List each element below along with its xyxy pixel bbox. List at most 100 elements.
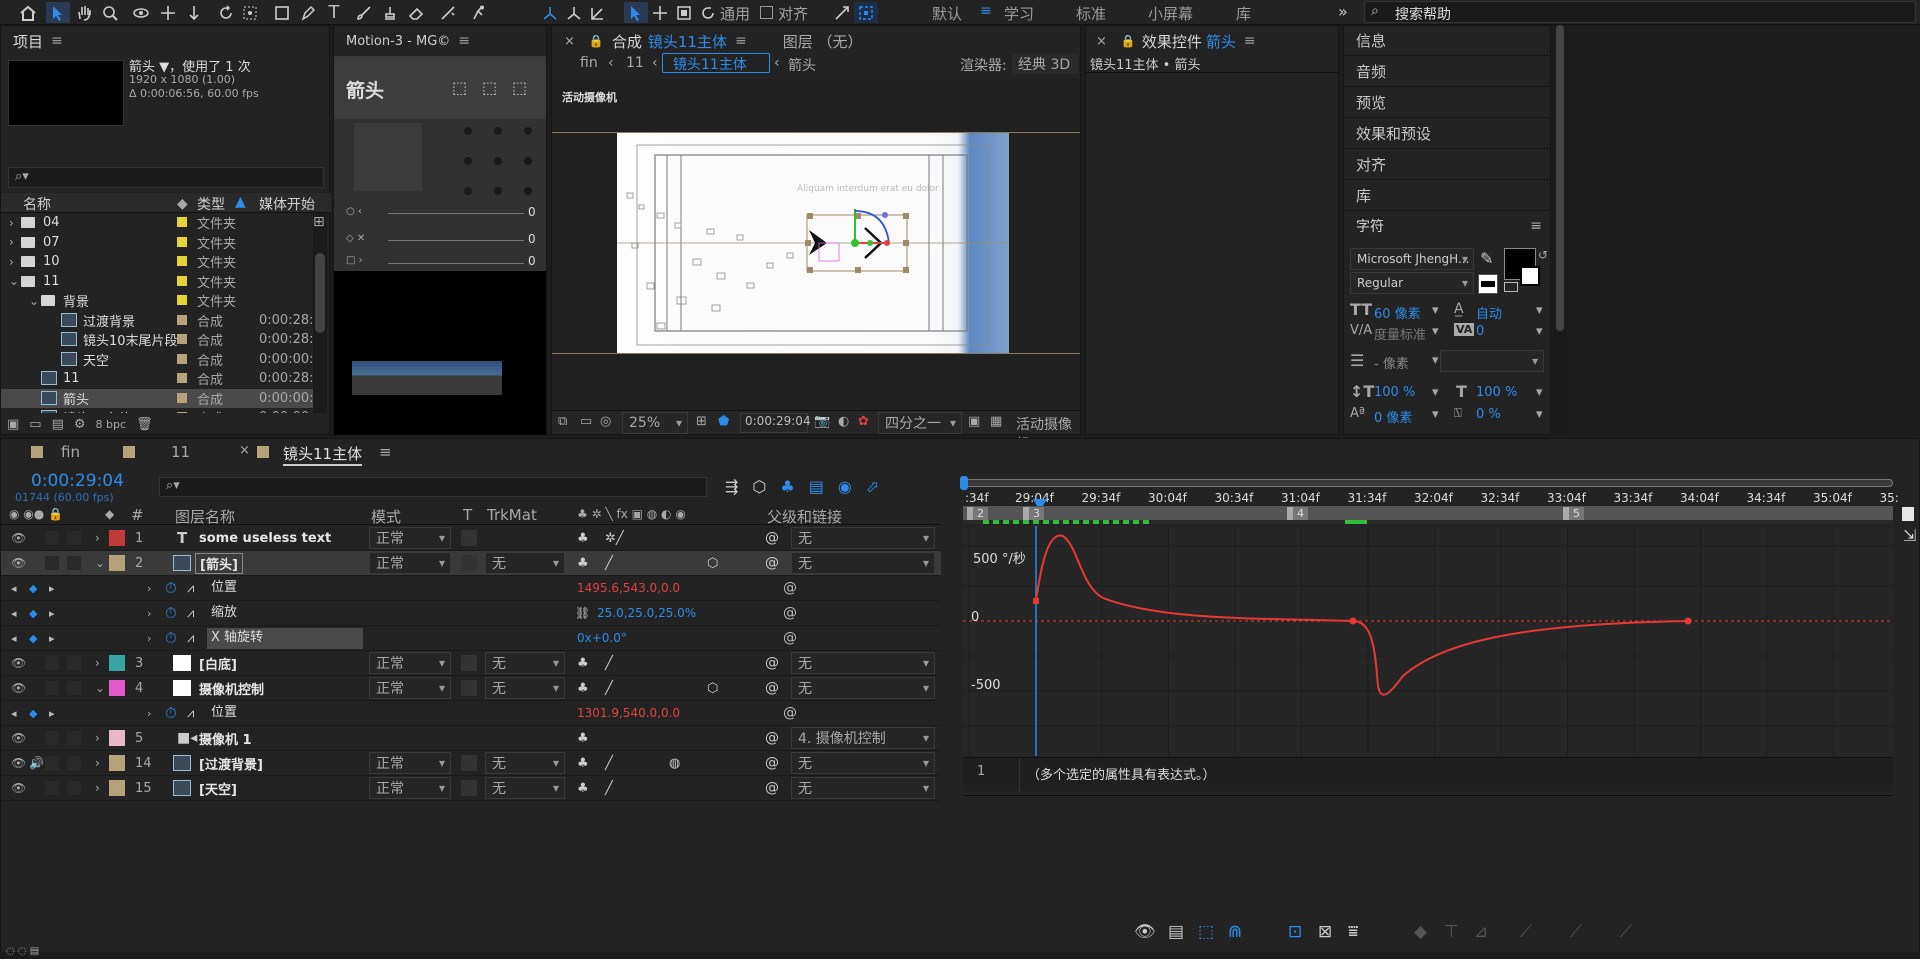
auto-bezier-icon[interactable]: ⊿ [1474, 922, 1488, 942]
layer-row[interactable]: 👁🔊 › 14 [过渡背景] 正常 无 ♣ ╱ ◍ @ 无 [1, 751, 941, 776]
visibility-eye-icon[interactable]: 👁 [11, 656, 26, 670]
stroke-swatch[interactable] [1520, 266, 1540, 286]
parent-dropdown[interactable]: 无 [791, 552, 935, 574]
motion-anchor-icon[interactable]: ⬚ [452, 78, 467, 97]
move-icon[interactable] [648, 2, 672, 23]
motion-excite-icon[interactable]: ⬚ [482, 78, 497, 97]
visibility-eye-icon[interactable]: 👁 [11, 531, 26, 545]
track-matte-dropdown[interactable]: 无 [485, 677, 565, 699]
selection-tool-icon[interactable] [46, 2, 70, 23]
expression-editor[interactable]: 1 （多个选定的属性具有表达式。） [963, 757, 1893, 792]
project-item[interactable]: 镜头11主体 合成 0:00:00:0 [1, 408, 313, 413]
quality-switch-icon[interactable]: ╱ [605, 656, 613, 671]
layer-label-color[interactable] [109, 780, 125, 796]
anchor-point-dot[interactable] [464, 187, 472, 195]
blend-mode-dropdown[interactable]: 正常 [369, 777, 451, 799]
parent-dropdown[interactable]: 无 [791, 752, 935, 774]
crumb-fin[interactable]: fin [580, 55, 598, 71]
expand-property-icon[interactable]: › [147, 632, 151, 645]
graph-toggle-icon[interactable]: ⩘ [187, 631, 194, 646]
next-keyframe-icon[interactable]: ▸ [49, 707, 55, 720]
tracking-value[interactable]: 0 [1476, 324, 1484, 339]
label-color-swatch[interactable] [177, 412, 187, 413]
safe-zones-icon[interactable]: ⊞ [696, 414, 707, 429]
expression-icon[interactable]: @ [783, 605, 797, 621]
pan-tool-icon[interactable] [156, 2, 180, 23]
crumb-arrow[interactable]: 箭头 [788, 55, 816, 75]
right-scrollbar[interactable] [1553, 25, 1567, 435]
visibility-eye-icon[interactable]: 👁 [11, 756, 26, 770]
property-row[interactable]: ◂ ◆ ▸ › ⏱ ⩘ 缩放 ⛓ 25.0,25.0,25.0% @ [1, 601, 941, 626]
panel-item[interactable]: 预览 [1344, 88, 1550, 118]
label-color-swatch[interactable] [177, 392, 187, 403]
font-size-value[interactable]: 60 像素 [1374, 303, 1421, 322]
region-of-interest-icon[interactable]: ▣ [968, 414, 980, 429]
comp-tab-name[interactable]: 镜头11主体 [648, 31, 727, 52]
layer-row[interactable]: 👁 › 15 [天空] 正常 无 ♣ ╱ @ 无 [1, 776, 941, 801]
graph-type-icon[interactable]: ▤ [1168, 922, 1184, 942]
blend-mode-dropdown[interactable]: 正常 [369, 527, 451, 549]
shy-layers-icon[interactable]: ♣ [780, 477, 794, 499]
expand-arrow-icon[interactable]: › [9, 235, 14, 249]
timeline-tab-main[interactable]: 镜头11主体 [283, 443, 363, 466]
frame-blending-icon[interactable]: ▤ [809, 477, 824, 499]
layer-label-color[interactable] [109, 680, 125, 696]
blend-mode-dropdown[interactable]: 正常 [369, 677, 451, 699]
rectangle-tool-icon[interactable] [270, 2, 294, 23]
expression-text[interactable]: （多个选定的属性具有表达式。） [1027, 764, 1216, 783]
parent-dropdown[interactable]: 无 [791, 677, 935, 699]
roto-brush-icon[interactable] [436, 2, 460, 23]
track-matte-dropdown[interactable]: 无 [485, 552, 565, 574]
renderer-value[interactable]: 经典 3D [1012, 54, 1078, 74]
comp-marker[interactable]: 2 [967, 507, 988, 520]
lock-toggle[interactable] [67, 556, 81, 570]
anchor-point-dot[interactable] [494, 127, 502, 135]
pickwhip-icon[interactable]: @ [765, 655, 779, 671]
pen-tool-icon[interactable] [296, 2, 320, 23]
pickwhip-icon[interactable]: @ [765, 755, 779, 771]
transform-box-icon[interactable]: ⬚ [1198, 922, 1214, 942]
vr-icon[interactable]: ◎ [600, 414, 611, 429]
snap-magnet-icon[interactable]: ⋒ [1228, 922, 1242, 942]
project-item[interactable]: 过渡背景 合成 0:00:28:3 [1, 311, 313, 330]
workspace-libraries[interactable]: 库 [1236, 3, 1251, 24]
local-axis-icon[interactable] [538, 2, 562, 23]
lock-toggle[interactable] [67, 656, 81, 670]
solo-toggle[interactable] [45, 756, 59, 770]
project-item[interactable]: 镜头10末尾片段 合成 0:00:28:3 [1, 330, 313, 349]
add-keyframe-icon[interactable]: ◆ [29, 607, 37, 620]
font-style-dropdown[interactable]: Regular [1350, 272, 1474, 294]
pickwhip-icon[interactable]: @ [765, 730, 779, 746]
layer-label-color[interactable] [109, 655, 125, 671]
visibility-eye-icon[interactable]: 👁 [11, 556, 26, 570]
lock-icon[interactable]: 🔒 [1121, 34, 1136, 48]
expand-property-icon[interactable]: › [147, 582, 151, 595]
project-scrollbar[interactable] [313, 213, 327, 413]
new-comp-icon[interactable]: ▤ [52, 417, 64, 432]
eyedropper-icon[interactable]: ✎ [1480, 249, 1493, 268]
lock-icon[interactable]: 🔒 [589, 34, 604, 48]
prev-keyframe-icon[interactable]: ◂ [11, 582, 17, 595]
panel-menu-icon[interactable]: ≡ [379, 443, 392, 461]
puppet-tool-icon[interactable] [466, 2, 490, 23]
preserve-transparency-checkbox[interactable] [461, 555, 477, 571]
vertical-scale-value[interactable]: 100 % [1374, 385, 1415, 400]
motion-slider-3[interactable]: □ › 0 [342, 254, 542, 269]
easy-ease-icon[interactable]: ⟋ [1520, 922, 1532, 942]
blend-mode-dropdown[interactable]: 正常 [369, 552, 451, 574]
prev-keyframe-icon[interactable]: ◂ [11, 632, 17, 645]
sort-asc-icon[interactable]: ▲ [235, 194, 246, 210]
col-trkmat[interactable]: TrkMat [487, 506, 537, 524]
clone-stamp-icon[interactable] [378, 2, 402, 23]
graph-toggle-icon[interactable]: ⩘ [187, 706, 194, 721]
lock-toggle[interactable] [67, 681, 81, 695]
project-settings-icon[interactable]: ⚙ [74, 417, 86, 432]
property-value[interactable]: 25.0,25.0,25.0% [597, 606, 696, 620]
timeline-tab-fin[interactable]: fin [61, 443, 80, 461]
shy-switch-icon[interactable]: ♣ [577, 556, 589, 571]
3d-layer-icon[interactable]: ⬡ [707, 681, 718, 696]
next-keyframe-icon[interactable]: ▸ [49, 632, 55, 645]
preserve-transparency-checkbox[interactable] [461, 780, 477, 796]
label-color-swatch[interactable] [177, 334, 187, 344]
show-snapshot-icon[interactable]: ◐ [838, 414, 849, 429]
